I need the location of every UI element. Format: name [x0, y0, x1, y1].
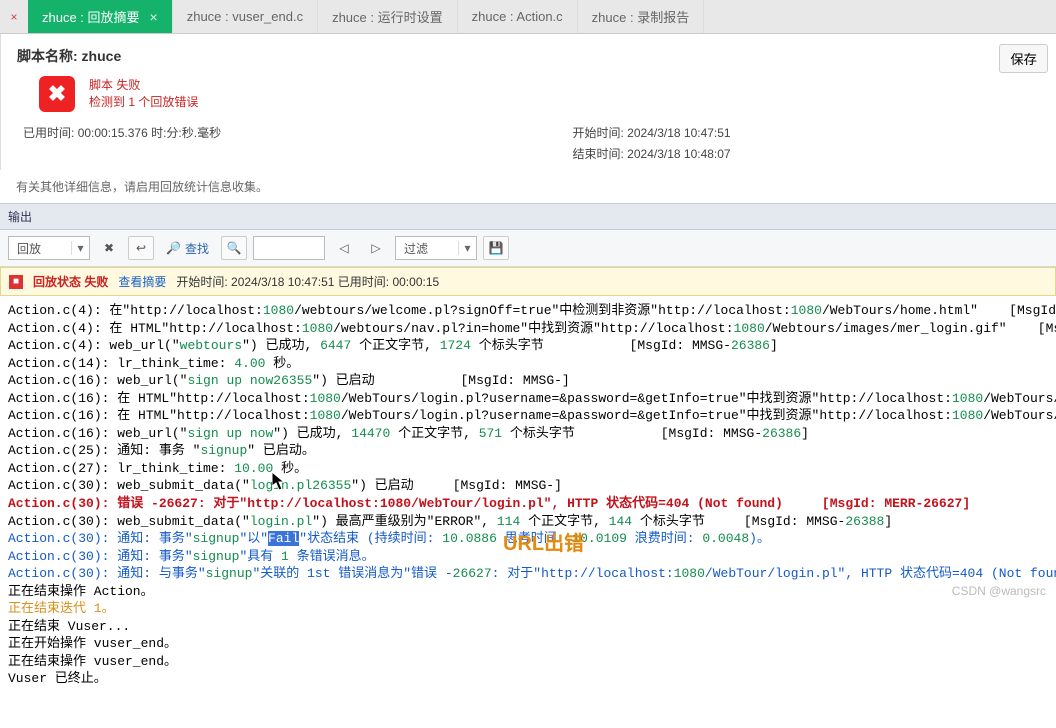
tab-runtime-settings[interactable]: zhuce : 运行时设置	[318, 0, 458, 33]
fail-line1: 脚本 失败	[89, 76, 198, 93]
tab-bar: × zhuce : 回放摘要 × zhuce : vuser_end.c zhu…	[0, 0, 1056, 34]
output-toolbar: 回放 ▾ ✖ ↩ 🔎 查找 🔍 ◁ ▷ 过滤 ▾ 💾	[0, 230, 1056, 267]
output-header: 输出	[0, 203, 1056, 230]
fail-text: 脚本 失败 检测到 1 个回放错误	[89, 76, 198, 110]
save-log-button[interactable]: 💾	[483, 236, 509, 260]
search-icon: 🔎	[166, 241, 181, 255]
tab-label: zhuce : vuser_end.c	[187, 9, 303, 24]
fail-badge-icon: ■	[9, 275, 23, 289]
meta-grid: 已用时间: 00:00:15.376 时:分:秒.毫秒 开始时间: 2024/3…	[17, 124, 1040, 162]
search-input[interactable]	[253, 236, 325, 260]
status-times: 开始时间: 2024/3/18 10:47:51 已用时间: 00:00:15	[176, 273, 439, 290]
fail-line2: 检测到 1 个回放错误	[89, 93, 198, 110]
log-output: Action.c(4): 在"http://localhost:1080/web…	[0, 296, 1056, 728]
mode-label: 回放	[9, 240, 71, 257]
tab-replay-summary[interactable]: zhuce : 回放摘要 ×	[28, 0, 173, 33]
chevron-down-icon: ▾	[458, 241, 476, 255]
start-time: 开始时间: 2024/3/18 10:47:51	[572, 124, 1040, 141]
end-time: 结束时间: 2024/3/18 10:48:07	[572, 145, 1040, 162]
tab-record-report[interactable]: zhuce : 录制报告	[578, 0, 705, 33]
tab-label: zhuce : 运行时设置	[332, 7, 443, 26]
wrap-button[interactable]: ↩	[128, 236, 154, 260]
filter-label: 过滤	[396, 240, 458, 257]
tab-label: zhuce : 录制报告	[592, 7, 690, 26]
tab-label: zhuce : 回放摘要	[42, 7, 140, 26]
url-error-annotation: URL出错	[503, 527, 584, 556]
mode-select[interactable]: 回放 ▾	[8, 236, 90, 260]
info-note: 有关其他详细信息，请启用回放统计信息收集。	[0, 170, 1056, 203]
replay-status-bar: ■ 回放状态 失败 查看摘要 开始时间: 2024/3/18 10:47:51 …	[0, 267, 1056, 296]
chevron-down-icon: ▾	[71, 241, 89, 255]
find-label: 查找	[185, 240, 209, 257]
fail-icon: ✖	[39, 76, 75, 112]
tab-label: zhuce : Action.c	[472, 9, 563, 24]
prev-button[interactable]: ◁	[331, 236, 357, 260]
save-button[interactable]: 保存	[999, 44, 1048, 73]
tab-action[interactable]: zhuce : Action.c	[458, 0, 578, 33]
watermark: CSDN @wangsrc	[952, 584, 1046, 598]
close-icon[interactable]: ×	[0, 0, 28, 33]
script-title: 脚本名称: zhuce	[17, 46, 1040, 66]
elapsed-time: 已用时间: 00:00:15.376 时:分:秒.毫秒	[23, 124, 530, 141]
summary-header: 脚本名称: zhuce 保存 ✖ 脚本 失败 检测到 1 个回放错误 已用时间:…	[0, 34, 1056, 170]
tab-vuser-end[interactable]: zhuce : vuser_end.c	[173, 0, 318, 33]
find-button[interactable]: 🔎 查找	[160, 240, 215, 257]
search-go-button[interactable]: 🔍	[221, 236, 247, 260]
tab-close-icon[interactable]: ×	[150, 9, 158, 25]
view-summary-link[interactable]: 查看摘要	[118, 273, 166, 290]
next-button[interactable]: ▷	[363, 236, 389, 260]
replay-status-label: 回放状态 失败	[33, 273, 108, 290]
filter-select[interactable]: 过滤 ▾	[395, 236, 477, 260]
clear-button[interactable]: ✖	[96, 236, 122, 260]
